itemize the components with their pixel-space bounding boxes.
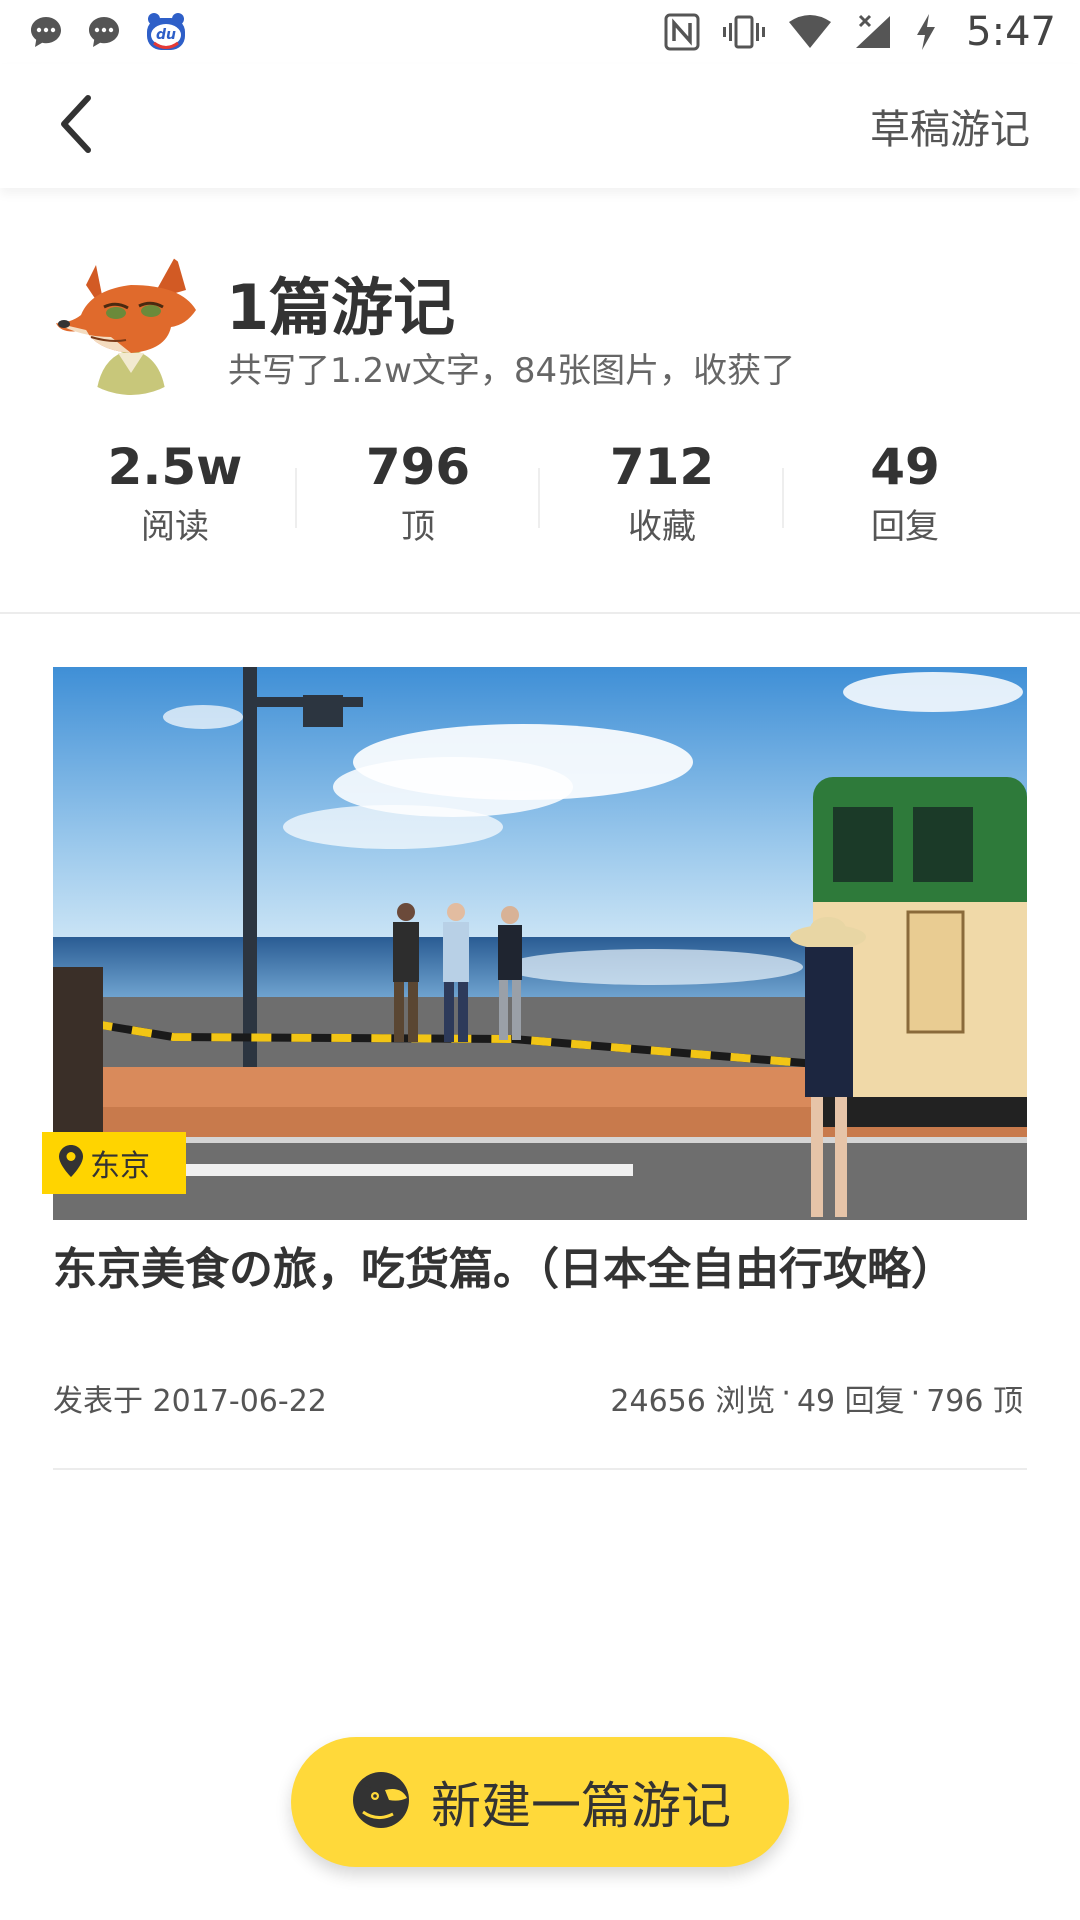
stat-value: 796	[365, 438, 471, 496]
section-divider	[0, 612, 1080, 614]
new-travelogue-button[interactable]: 新建一篇游记	[291, 1737, 789, 1867]
profile-subtitle: 共写了1.2w文字，84张图片，收获了	[228, 351, 796, 391]
wifi-icon	[788, 14, 832, 50]
stat-value: 2.5w	[107, 438, 243, 496]
stats-row: 2.5w 阅读 796 顶 712 收藏 49 回复	[0, 440, 1080, 570]
status-time: 5:47	[966, 9, 1056, 55]
stat-label: 阅读	[141, 507, 209, 547]
stat-divider	[295, 468, 297, 528]
avatar[interactable]	[56, 245, 206, 395]
like-count: 796 顶	[926, 1384, 1023, 1419]
back-button[interactable]	[56, 86, 116, 166]
svg-text:du: du	[156, 27, 176, 43]
bird-logo-icon	[349, 1768, 413, 1836]
chevron-left-icon	[56, 94, 96, 158]
status-left: du	[28, 10, 188, 54]
stat-divider	[782, 468, 784, 528]
reply-count: 49 回复	[796, 1384, 905, 1419]
baidu-du-app-icon: du	[144, 10, 188, 54]
stat-reads: 2.5w 阅读	[75, 440, 275, 548]
status-right: 5:47	[664, 9, 1056, 55]
location-tag[interactable]: 东京	[42, 1132, 186, 1194]
stat-value: 49	[870, 438, 940, 496]
stat-favorites: 712 收藏	[562, 440, 762, 548]
meta-separator: ·	[910, 1376, 921, 1411]
travelogue-cover-image[interactable]	[53, 667, 1027, 1220]
status-bar: du 5:47	[0, 0, 1080, 64]
chat-bubble-icon	[86, 14, 122, 50]
stat-likes: 796 顶	[318, 440, 518, 548]
new-travelogue-label: 新建一篇游记	[431, 1777, 731, 1835]
nfc-icon	[664, 13, 700, 51]
card-divider	[53, 1468, 1027, 1470]
location-label: 东京	[90, 1149, 150, 1184]
draft-travelogues-link[interactable]: 草稿游记	[870, 97, 1030, 155]
stat-divider	[538, 468, 540, 528]
view-count: 24656 浏览	[610, 1384, 776, 1419]
stat-label: 回复	[871, 507, 939, 547]
stat-label: 收藏	[628, 507, 696, 547]
charging-icon	[914, 13, 938, 51]
publish-date: 发表于 2017-06-22	[53, 1384, 327, 1419]
stat-label: 顶	[401, 507, 435, 547]
profile-summary: 1篇游记 共写了1.2w文字，84张图片，收获了	[56, 245, 1026, 405]
stat-value: 712	[609, 438, 715, 496]
stat-replies: 49 回复	[805, 440, 1005, 548]
travelogue-meta: 发表于 2017-06-22 24656 浏览 · 49 回复 · 796 顶	[53, 1376, 1023, 1420]
nav-bar: 草稿游记	[0, 64, 1080, 188]
profile-title: 1篇游记	[226, 271, 456, 344]
location-pin-icon	[56, 1143, 86, 1183]
vibrate-icon	[722, 14, 766, 50]
signal-icon	[854, 14, 892, 50]
meta-separator: ·	[781, 1376, 791, 1411]
travelogue-counts: 24656 浏览 · 49 回复 · 796 顶	[610, 1376, 1023, 1420]
chat-bubble-icon	[28, 14, 64, 50]
travelogue-title[interactable]: 东京美食の旅，吃货篇。（日本全自由行攻略）	[53, 1240, 973, 1300]
